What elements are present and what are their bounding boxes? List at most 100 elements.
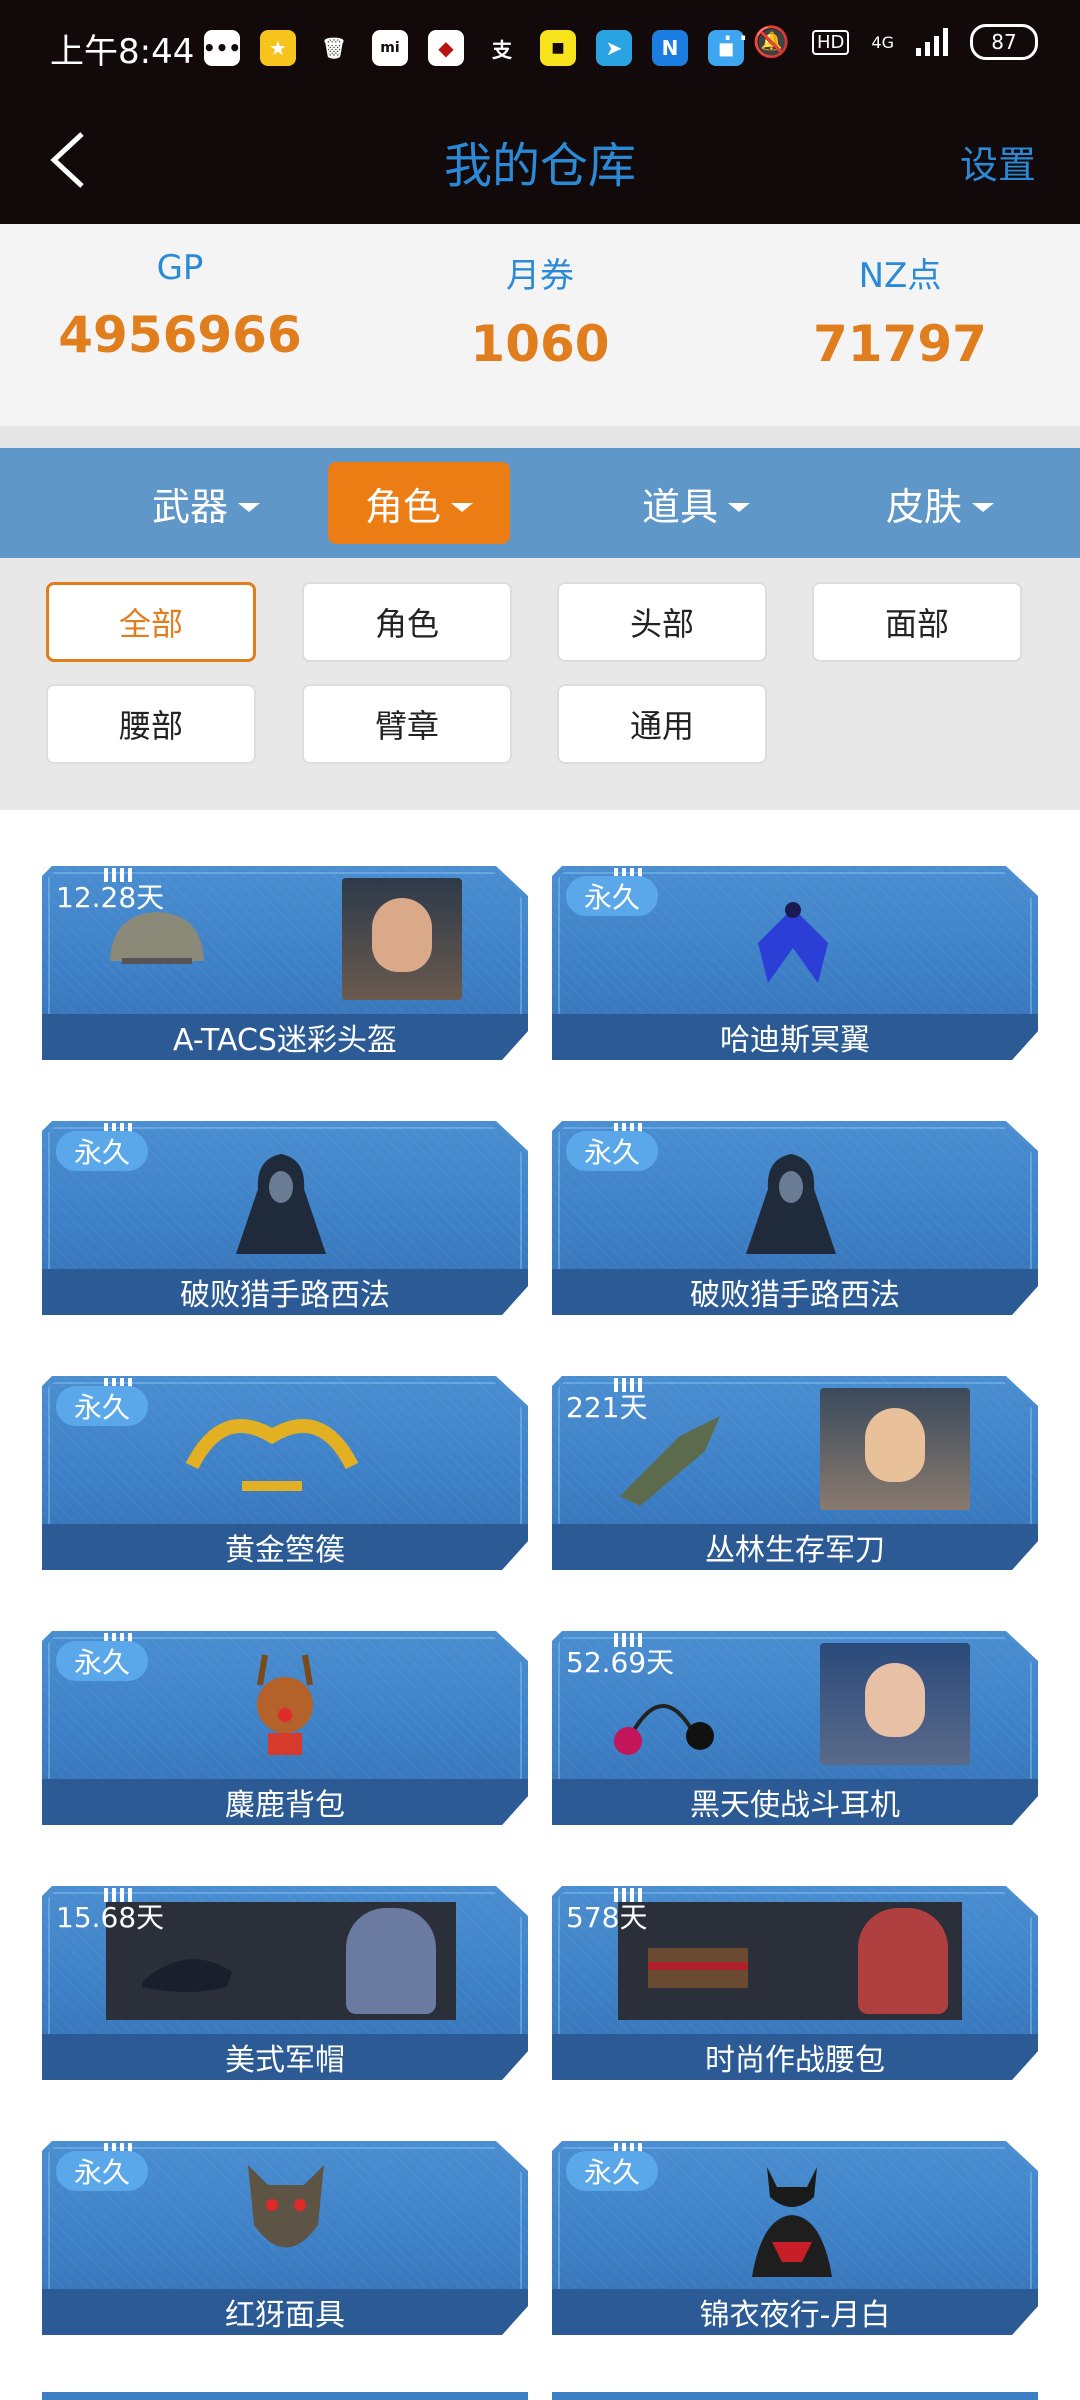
mask-icon — [248, 2165, 324, 2248]
caret-down-icon — [451, 502, 473, 512]
item-name: 时尚作战腰包 — [552, 2034, 1038, 2080]
filter-face[interactable]: 面部 — [812, 582, 1022, 662]
tab-label: 武器 — [151, 484, 228, 529]
item-name: 破败猎手路西法 — [552, 1269, 1038, 1315]
duration-badge: 12.28天 — [56, 881, 165, 914]
duration-badge: 221天 — [566, 1391, 648, 1424]
tab-characters[interactable]: 角色 — [328, 462, 510, 544]
item-card[interactable]: 永久 黄金箜篌 — [42, 1376, 528, 1570]
item-card[interactable]: 12.28天 A-TACS迷彩头盔 — [42, 866, 528, 1060]
network-type: 4G — [871, 32, 894, 52]
page-title: 我的仓库 — [443, 138, 636, 194]
item-card[interactable]: 永久 哈迪斯冥翼 — [552, 866, 1038, 1060]
character-model-icon — [746, 1154, 836, 1254]
currency-label: 月券 — [506, 256, 574, 296]
filter-head[interactable]: 头部 — [557, 582, 767, 662]
settings-button[interactable]: 设置 — [960, 134, 1036, 189]
reindeer-backpack-icon — [257, 1654, 313, 1755]
tab-label: 道具 — [641, 484, 718, 529]
item-card[interactable]: 52.69天 黑天使战斗耳机 — [552, 1631, 1038, 1825]
battery-level: 87 — [991, 30, 1017, 54]
tab-label: 角色 — [364, 484, 441, 529]
item-card[interactable]: 15.68天 美式军帽 — [42, 1886, 528, 2080]
item-name: 丛林生存军刀 — [552, 1524, 1038, 1570]
item-name: 黑天使战斗耳机 — [552, 1779, 1038, 1825]
filter-general[interactable]: 通用 — [557, 684, 767, 764]
duration-badge: 永久 — [56, 1131, 149, 1171]
message-icon: ••• — [203, 30, 241, 66]
golden-harp-icon — [185, 1419, 359, 1491]
item-card[interactable]: 永久 破败猎手路西法 — [42, 1121, 528, 1315]
item-card-partial — [42, 2392, 528, 2400]
currency-value: 71797 — [813, 315, 987, 373]
n-app-icon: N — [652, 30, 688, 66]
currency-value: 1060 — [470, 315, 610, 373]
currency-panel: GP 4956966 月券 1060 NZ点 71797 — [0, 224, 1080, 426]
caret-down-icon — [238, 502, 260, 512]
item-card[interactable]: 永久 锦衣夜行-月白 — [552, 2141, 1038, 2335]
star-app-icon: ★ — [260, 30, 296, 66]
duration-badge: 578天 — [566, 1901, 648, 1934]
alipay-icon: 支 — [492, 37, 512, 62]
tab-weapons[interactable]: 武器 — [116, 462, 296, 544]
item-name: 锦衣夜行-月白 — [552, 2289, 1038, 2335]
item-name: 麋鹿背包 — [42, 1779, 528, 1825]
item-name: A-TACS迷彩头盔 — [42, 1014, 528, 1060]
waist-pack-icon — [648, 1948, 748, 1988]
currency-gp: GP 4956966 — [0, 248, 360, 364]
character-portrait — [342, 878, 462, 1000]
category-tabs: 武器 角色 道具 皮肤 — [0, 448, 1080, 558]
app-icon-yellow: ■ — [540, 30, 576, 66]
filter-armband[interactable]: 臂章 — [302, 684, 512, 764]
character-portrait — [346, 1908, 436, 2014]
item-name: 美式军帽 — [42, 2034, 528, 2080]
divider — [0, 426, 1080, 448]
filter-character[interactable]: 角色 — [302, 582, 512, 662]
item-card[interactable]: 永久 红犽面具 — [42, 2141, 528, 2335]
filter-waist[interactable]: 腰部 — [46, 684, 256, 764]
caret-down-icon — [728, 502, 750, 512]
tab-skins[interactable]: 皮肤 — [850, 462, 1030, 544]
duration-badge: 永久 — [56, 1386, 149, 1426]
currency-value: 4956966 — [58, 306, 302, 364]
telegram-icon: ➤ — [596, 30, 632, 66]
character-portrait — [858, 1908, 948, 2014]
currency-label: NZ点 — [858, 256, 942, 296]
item-card[interactable]: 578天 时尚作战腰包 — [552, 1886, 1038, 2080]
character-model-icon — [752, 2167, 832, 2277]
item-name: 黄金箜篌 — [42, 1524, 528, 1570]
item-name: 红犽面具 — [42, 2289, 528, 2335]
tab-label: 皮肤 — [885, 484, 962, 529]
currency-nz-points: NZ点 71797 — [720, 248, 1080, 373]
currency-label: GP — [156, 248, 204, 288]
duration-badge: 15.68天 — [56, 1901, 165, 1934]
duration-badge: 永久 — [566, 1131, 659, 1171]
item-card[interactable]: 221天 丛林生存军刀 — [552, 1376, 1038, 1570]
character-model-icon — [236, 1154, 326, 1254]
filter-all[interactable]: 全部 — [46, 582, 256, 662]
duration-badge: 52.69天 — [566, 1646, 675, 1679]
wings-icon — [758, 902, 828, 983]
item-card-partial — [552, 2392, 1038, 2400]
character-portrait — [820, 1388, 970, 1510]
nav-header: 我的仓库 设置 — [0, 96, 1080, 224]
hd-icon: HD — [812, 29, 850, 55]
duration-badge: 永久 — [566, 2151, 659, 2191]
character-portrait — [820, 1643, 970, 1765]
item-card[interactable]: 永久 麋鹿背包 — [42, 1631, 528, 1825]
tab-items[interactable]: 道具 — [606, 462, 786, 544]
duration-badge: 永久 — [56, 2151, 149, 2191]
duration-badge: 永久 — [56, 1641, 149, 1681]
battery-icon: 87 — [970, 24, 1038, 60]
system-status: 🔕 HD 4G 87 — [753, 24, 1038, 60]
military-cap-icon — [142, 1959, 232, 1992]
headphones-icon — [614, 1704, 714, 1755]
duration-badge: 永久 — [566, 876, 659, 916]
filter-panel: 全部 角色 头部 面部 腰部 臂章 通用 — [0, 558, 1080, 810]
app-icon: ◆ — [428, 30, 464, 66]
notification-icons: ••• ★ 🗑 mi ◆ 支 ■ ➤ N ◼ — [203, 26, 744, 70]
item-card[interactable]: 永久 破败猎手路西法 — [552, 1121, 1038, 1315]
item-name: 破败猎手路西法 — [42, 1269, 528, 1315]
mi-icon: mi — [372, 30, 408, 66]
mute-icon: 🔕 — [752, 24, 791, 60]
